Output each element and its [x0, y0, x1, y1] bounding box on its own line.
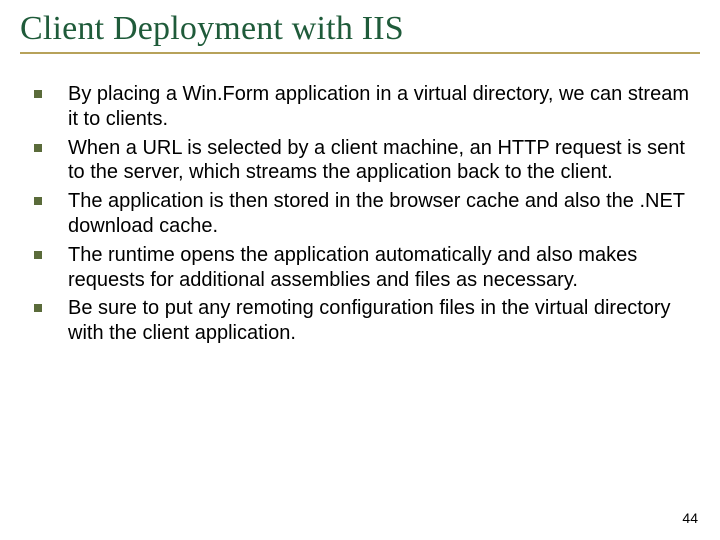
list-item: Be sure to put any remoting configuratio…	[28, 296, 690, 346]
page-number: 44	[682, 510, 698, 526]
bullet-text: The runtime opens the application automa…	[68, 243, 690, 293]
list-item: The runtime opens the application automa…	[28, 243, 690, 293]
bullet-text: Be sure to put any remoting configuratio…	[68, 296, 690, 346]
body-content: By placing a Win.Form application in a v…	[20, 82, 700, 346]
square-bullet-icon	[34, 144, 42, 152]
bullet-text: When a URL is selected by a client machi…	[68, 136, 690, 186]
list-item: The application is then stored in the br…	[28, 189, 690, 239]
list-item: When a URL is selected by a client machi…	[28, 136, 690, 186]
title-underline	[20, 52, 700, 54]
bullet-text: By placing a Win.Form application in a v…	[68, 82, 690, 132]
page-title: Client Deployment with IIS	[20, 10, 700, 48]
square-bullet-icon	[34, 197, 42, 205]
bullet-text: The application is then stored in the br…	[68, 189, 690, 239]
slide: Client Deployment with IIS By placing a …	[0, 0, 720, 540]
square-bullet-icon	[34, 304, 42, 312]
square-bullet-icon	[34, 90, 42, 98]
square-bullet-icon	[34, 251, 42, 259]
list-item: By placing a Win.Form application in a v…	[28, 82, 690, 132]
